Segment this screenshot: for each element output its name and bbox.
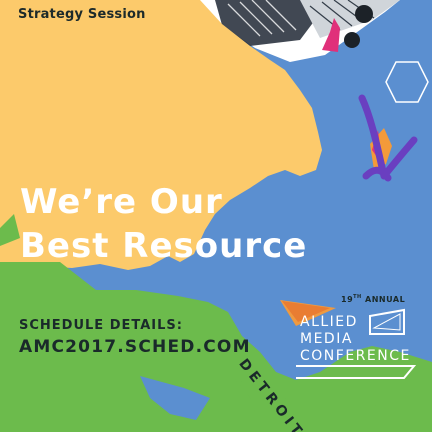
schedule-url: AMC2017.SCHED.COM [19,337,251,357]
headline: We’re Our Best Resource [20,180,307,268]
headline-line-1: We’re Our [20,182,223,222]
annual-suffix: TH [353,294,362,300]
annual-number: 19 [341,295,354,304]
headline-line-2: Best Resource [20,226,308,266]
conference-name-line-2: MEDIA [300,331,353,347]
poster: Strategy Session We’re Our Best Resource… [0,0,432,432]
annual-badge: 19TH ANNUAL [341,294,405,304]
conference-name-line-1: ALLIED [300,314,358,330]
schedule-label: SCHEDULE DETAILS: [19,318,183,333]
conference-name-line-3: CONFERENCE [300,348,411,364]
annual-text: ANNUAL [365,295,406,304]
session-kicker: Strategy Session [18,7,146,22]
